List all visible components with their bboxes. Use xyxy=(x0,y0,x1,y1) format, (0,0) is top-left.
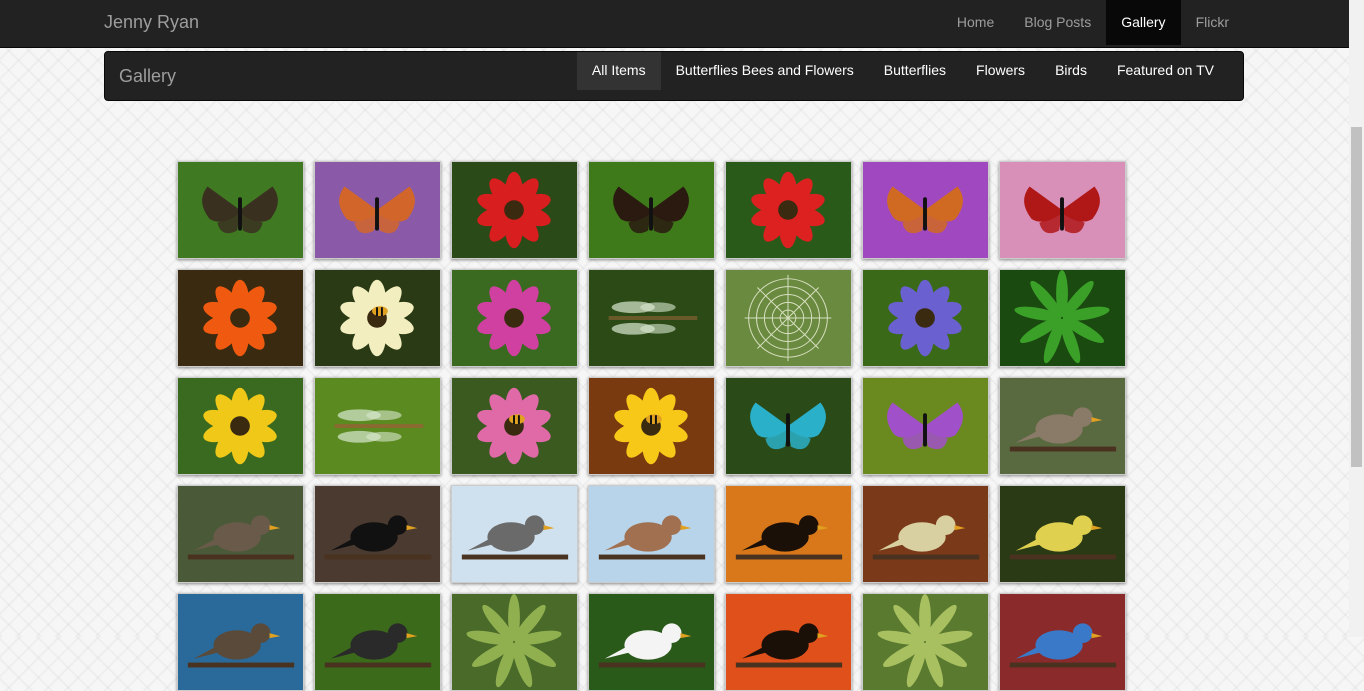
thumbnail-image xyxy=(452,162,577,258)
nav-gallery[interactable]: Gallery xyxy=(1106,0,1181,45)
thumbnail-image xyxy=(315,486,440,582)
filter-birds[interactable]: Birds xyxy=(1040,52,1102,90)
gallery-thumbnail[interactable] xyxy=(588,593,715,691)
filter-butterflies[interactable]: Butterflies xyxy=(869,52,961,90)
thumbnail-image xyxy=(863,486,988,582)
gallery-thumbnail[interactable] xyxy=(725,269,852,367)
thumbnail-image xyxy=(1000,486,1125,582)
gallery-thumbnail[interactable] xyxy=(725,161,852,259)
gallery-thumbnail[interactable] xyxy=(999,485,1126,583)
thumbnail-image xyxy=(1000,162,1125,258)
thumbnail-image xyxy=(863,162,988,258)
gallery-thumbnail[interactable] xyxy=(588,161,715,259)
gallery-thumbnail[interactable] xyxy=(999,269,1126,367)
thumbnail-image xyxy=(178,378,303,474)
top-navbar: Jenny Ryan Home Blog Posts Gallery Flick… xyxy=(0,0,1349,48)
thumbnail-image xyxy=(863,378,988,474)
thumbnail-image xyxy=(1000,594,1125,690)
gallery-thumbnail[interactable] xyxy=(177,485,304,583)
thumbnail-image xyxy=(452,378,577,474)
thumbnail-image xyxy=(726,486,851,582)
gallery-thumbnail[interactable] xyxy=(725,377,852,475)
gallery-filter-nav: All Items Butterflies Bees and Flowers B… xyxy=(576,52,1229,90)
gallery-thumbnail[interactable] xyxy=(314,485,441,583)
gallery-thumbnail[interactable] xyxy=(451,485,578,583)
nav-flickr[interactable]: Flickr xyxy=(1181,0,1244,45)
photo-gallery-grid xyxy=(177,161,1127,691)
filter-butterflies-bees-flowers[interactable]: Butterflies Bees and Flowers xyxy=(661,52,869,90)
gallery-thumbnail[interactable] xyxy=(451,161,578,259)
gallery-thumbnail[interactable] xyxy=(588,377,715,475)
gallery-thumbnail[interactable] xyxy=(177,269,304,367)
gallery-thumbnail[interactable] xyxy=(999,161,1126,259)
thumbnail-image xyxy=(315,594,440,690)
gallery-thumbnail[interactable] xyxy=(314,269,441,367)
thumbnail-image xyxy=(452,594,577,690)
thumbnail-image xyxy=(726,162,851,258)
thumbnail-image xyxy=(178,594,303,690)
filter-flowers[interactable]: Flowers xyxy=(961,52,1040,90)
thumbnail-image xyxy=(452,270,577,366)
thumbnail-image xyxy=(589,162,714,258)
thumbnail-image xyxy=(1000,270,1125,366)
thumbnail-image xyxy=(726,594,851,690)
scrollbar-thumb[interactable] xyxy=(1351,127,1362,467)
thumbnail-image xyxy=(315,378,440,474)
thumbnail-image xyxy=(863,270,988,366)
thumbnail-image xyxy=(726,378,851,474)
gallery-thumbnail[interactable] xyxy=(588,485,715,583)
thumbnail-image xyxy=(863,594,988,690)
thumbnail-image xyxy=(1000,378,1125,474)
gallery-thumbnail[interactable] xyxy=(451,377,578,475)
thumbnail-image xyxy=(589,378,714,474)
thumbnail-image xyxy=(178,270,303,366)
thumbnail-image xyxy=(315,162,440,258)
thumbnail-image xyxy=(589,594,714,690)
gallery-thumbnail[interactable] xyxy=(999,593,1126,691)
gallery-thumbnail[interactable] xyxy=(862,593,989,691)
gallery-thumbnail[interactable] xyxy=(177,161,304,259)
thumbnail-image xyxy=(726,270,851,366)
gallery-thumbnail[interactable] xyxy=(588,269,715,367)
gallery-thumbnail[interactable] xyxy=(314,377,441,475)
gallery-thumbnail[interactable] xyxy=(862,269,989,367)
thumbnail-image xyxy=(315,270,440,366)
gallery-thumbnail[interactable] xyxy=(314,593,441,691)
gallery-thumbnail[interactable] xyxy=(725,485,852,583)
gallery-thumbnail[interactable] xyxy=(314,161,441,259)
gallery-thumbnail[interactable] xyxy=(451,593,578,691)
gallery-thumbnail[interactable] xyxy=(862,161,989,259)
thumbnail-image xyxy=(589,486,714,582)
gallery-thumbnail[interactable] xyxy=(177,377,304,475)
thumbnail-image xyxy=(178,486,303,582)
gallery-title[interactable]: Gallery xyxy=(119,52,176,100)
thumbnail-image xyxy=(178,162,303,258)
page-scrollbar[interactable] xyxy=(1349,0,1364,637)
gallery-thumbnail[interactable] xyxy=(177,593,304,691)
main-nav: Home Blog Posts Gallery Flickr xyxy=(942,0,1244,45)
site-brand[interactable]: Jenny Ryan xyxy=(104,0,199,45)
gallery-navbar: Gallery All Items Butterflies Bees and F… xyxy=(104,51,1244,101)
thumbnail-image xyxy=(452,486,577,582)
nav-home[interactable]: Home xyxy=(942,0,1009,45)
gallery-thumbnail[interactable] xyxy=(862,377,989,475)
thumbnail-image xyxy=(589,270,714,366)
nav-blog-posts[interactable]: Blog Posts xyxy=(1009,0,1106,45)
filter-featured-on-tv[interactable]: Featured on TV xyxy=(1102,52,1229,90)
gallery-thumbnail[interactable] xyxy=(451,269,578,367)
gallery-thumbnail[interactable] xyxy=(999,377,1126,475)
filter-all-items[interactable]: All Items xyxy=(576,52,661,90)
gallery-thumbnail[interactable] xyxy=(725,593,852,691)
gallery-thumbnail[interactable] xyxy=(862,485,989,583)
